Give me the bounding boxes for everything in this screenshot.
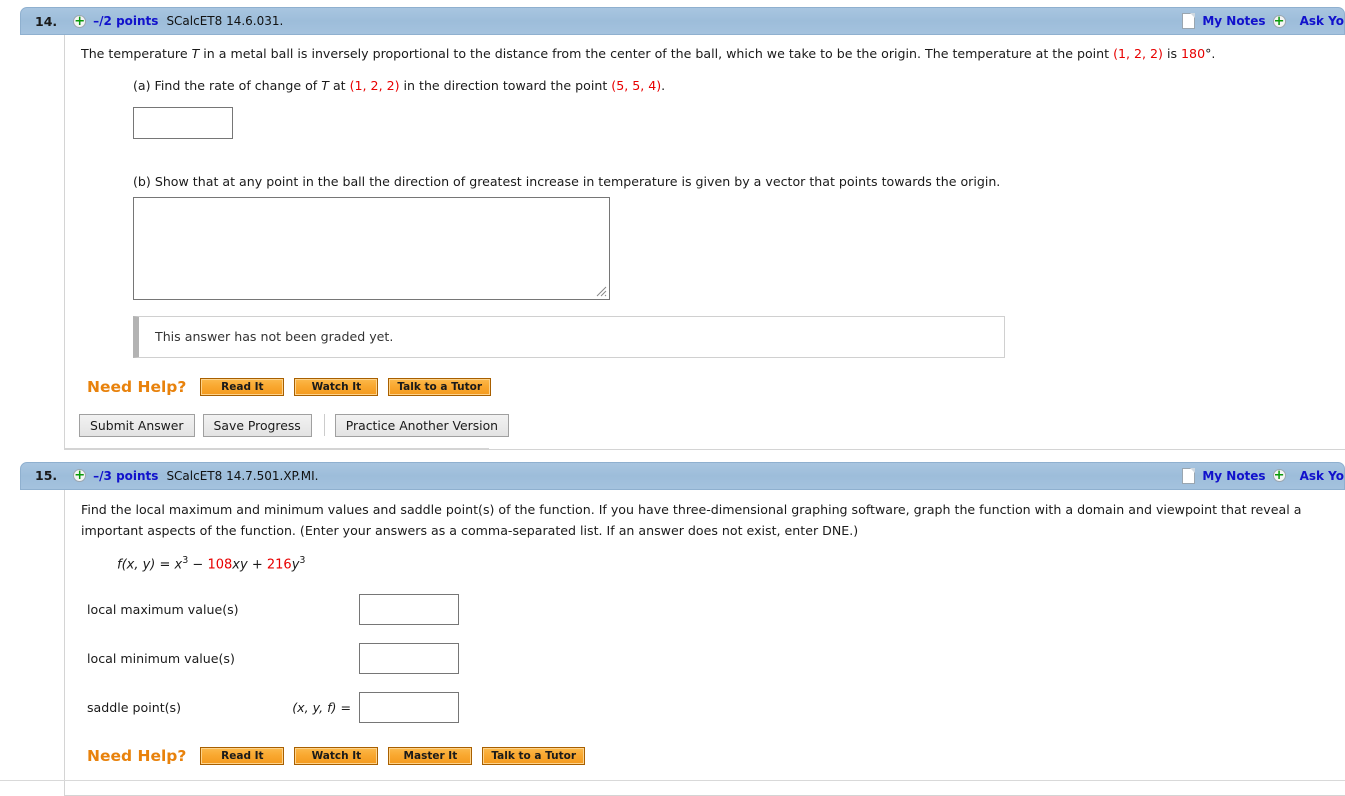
need-help-row-14: Need Help? Read It Watch It Talk to a Tu… bbox=[65, 358, 1345, 397]
formula-coefficient-1: 108 bbox=[207, 556, 233, 572]
question-number: 14. bbox=[35, 13, 58, 29]
question-block-15: 15. + –/3 points SCalcET8 14.7.501.XP.MI… bbox=[0, 461, 1345, 796]
part-a-seg-1: (a) Find the rate of change of bbox=[133, 77, 322, 93]
question-header-14: 14. + –/2 points SCalcET8 14.6.031. My N… bbox=[20, 7, 1345, 35]
prompt-seg-1: The temperature bbox=[81, 46, 192, 61]
divider bbox=[323, 414, 325, 437]
answer-row: saddle point(s) (x, y, f) = bbox=[87, 691, 1345, 723]
my-notes-link[interactable]: My Notes bbox=[1202, 469, 1265, 483]
part-a-seg-2: at bbox=[328, 77, 350, 93]
formula-plus: + bbox=[247, 556, 267, 572]
prompt-seg-4: °. bbox=[1205, 46, 1216, 61]
local-maximum-input[interactable] bbox=[359, 593, 459, 625]
answer-grid-15: local maximum value(s) local minimum val… bbox=[65, 572, 1345, 723]
question-code: SCalcET8 14.6.031. bbox=[166, 14, 284, 28]
plus-icon[interactable]: + bbox=[1272, 14, 1286, 28]
question-prompt-14: The temperature T in a metal ball is inv… bbox=[65, 35, 1345, 64]
answer-row: local maximum value(s) bbox=[87, 593, 1345, 625]
part-a-var-t: T bbox=[321, 77, 329, 93]
plus-icon[interactable]: + bbox=[1272, 469, 1286, 483]
question-points: –/2 points bbox=[93, 14, 159, 28]
question-header-15: 15. + –/3 points SCalcET8 14.7.501.XP.MI… bbox=[20, 461, 1345, 490]
saddle-points-label: saddle point(s) bbox=[87, 699, 182, 715]
part-a-answer-input[interactable] bbox=[133, 106, 233, 139]
question-code: SCalcET8 14.7.501.XP.MI. bbox=[166, 468, 319, 483]
saddle-points-prefix: (x, y, f) = bbox=[292, 699, 351, 715]
question-block-14: 14. + –/2 points SCalcET8 14.6.031. My N… bbox=[0, 7, 1345, 450]
prompt-temperature: 180 bbox=[1181, 46, 1206, 61]
question-prompt-15-line2: important aspects of the function. (Ente… bbox=[81, 523, 859, 539]
question-body-15: Find the local maximum and minimum value… bbox=[64, 489, 1345, 796]
prompt-seg-2: in a metal ball is inversely proportiona… bbox=[199, 46, 1114, 61]
question-points: –/3 points bbox=[93, 468, 159, 483]
ask-your-teacher-link[interactable]: Ask Yo bbox=[1300, 469, 1344, 483]
actions-underline bbox=[65, 447, 489, 449]
grading-status-box: This answer has not been graded yet. bbox=[133, 315, 1005, 358]
part-b-answer-textarea[interactable] bbox=[133, 196, 610, 300]
question-number: 15. bbox=[35, 468, 58, 484]
need-help-label: Need Help? bbox=[87, 746, 187, 765]
page-bottom-divider bbox=[0, 780, 1345, 781]
part-b-text: (b) Show that at any point in the ball t… bbox=[133, 173, 1001, 189]
prompt-point: (1, 2, 2) bbox=[1113, 46, 1163, 61]
formula-var-1: xy bbox=[232, 556, 248, 572]
save-progress-button[interactable]: Save Progress bbox=[202, 413, 312, 437]
grading-status-text: This answer has not been graded yet. bbox=[155, 329, 394, 345]
local-minimum-label: local minimum value(s) bbox=[87, 650, 235, 666]
saddle-points-input[interactable] bbox=[359, 691, 459, 723]
question-header-actions-15: My Notes + Ask Yo bbox=[1182, 463, 1344, 489]
question-header-actions-14: My Notes + Ask Yo bbox=[1182, 8, 1344, 34]
prompt-seg-3: is bbox=[1162, 46, 1182, 61]
formula-coefficient-2: 216 bbox=[266, 556, 292, 572]
plus-icon[interactable]: + bbox=[73, 14, 87, 28]
formula-equals: = bbox=[155, 556, 175, 572]
formula-minus: − bbox=[188, 556, 208, 572]
actions-row-14: Submit Answer Save Progress Practice Ano… bbox=[65, 396, 1345, 449]
need-help-label: Need Help? bbox=[87, 377, 187, 396]
note-icon[interactable] bbox=[1182, 467, 1196, 484]
local-minimum-input[interactable] bbox=[359, 642, 459, 674]
read-it-button[interactable]: Read It bbox=[199, 376, 286, 397]
watch-it-button[interactable]: Watch It bbox=[293, 745, 380, 766]
function-formula: f(x, y) = x3 − 108xy + 216y3 bbox=[65, 541, 1345, 572]
watch-it-button[interactable]: Watch It bbox=[293, 376, 380, 397]
part-a-seg-3: in the direction toward the point bbox=[399, 77, 612, 93]
talk-to-a-tutor-button[interactable]: Talk to a Tutor bbox=[481, 745, 587, 766]
practice-another-version-button[interactable]: Practice Another Version bbox=[334, 413, 510, 437]
part-a-text: (a) Find the rate of change of T at (1, … bbox=[65, 64, 1345, 93]
part-a-seg-4: . bbox=[661, 77, 666, 93]
part-a-point-1: (1, 2, 2) bbox=[349, 77, 400, 93]
question-body-14: The temperature T in a metal ball is inv… bbox=[64, 35, 1345, 450]
resize-grip-icon[interactable] bbox=[596, 286, 607, 297]
local-maximum-label: local maximum value(s) bbox=[87, 601, 239, 617]
master-it-button[interactable]: Master It bbox=[387, 745, 474, 766]
talk-to-a-tutor-button[interactable]: Talk to a Tutor bbox=[387, 376, 493, 397]
submit-answer-button[interactable]: Submit Answer bbox=[79, 413, 195, 437]
formula-term2-exponent: 3 bbox=[299, 554, 306, 566]
answer-row: local minimum value(s) bbox=[87, 642, 1345, 674]
note-icon[interactable] bbox=[1182, 13, 1196, 29]
plus-icon[interactable]: + bbox=[73, 469, 87, 483]
read-it-button[interactable]: Read It bbox=[199, 745, 286, 766]
part-a-point-2: (5, 5, 4) bbox=[611, 77, 662, 93]
ask-your-teacher-link[interactable]: Ask Yo bbox=[1300, 14, 1344, 28]
formula-function-name: f(x, y) bbox=[117, 556, 156, 572]
question-prompt-15-line1: Find the local maximum and minimum value… bbox=[81, 501, 1302, 517]
my-notes-link[interactable]: My Notes bbox=[1202, 14, 1265, 28]
need-help-row-15: Need Help? Read It Watch It Master It Ta… bbox=[65, 737, 1345, 766]
